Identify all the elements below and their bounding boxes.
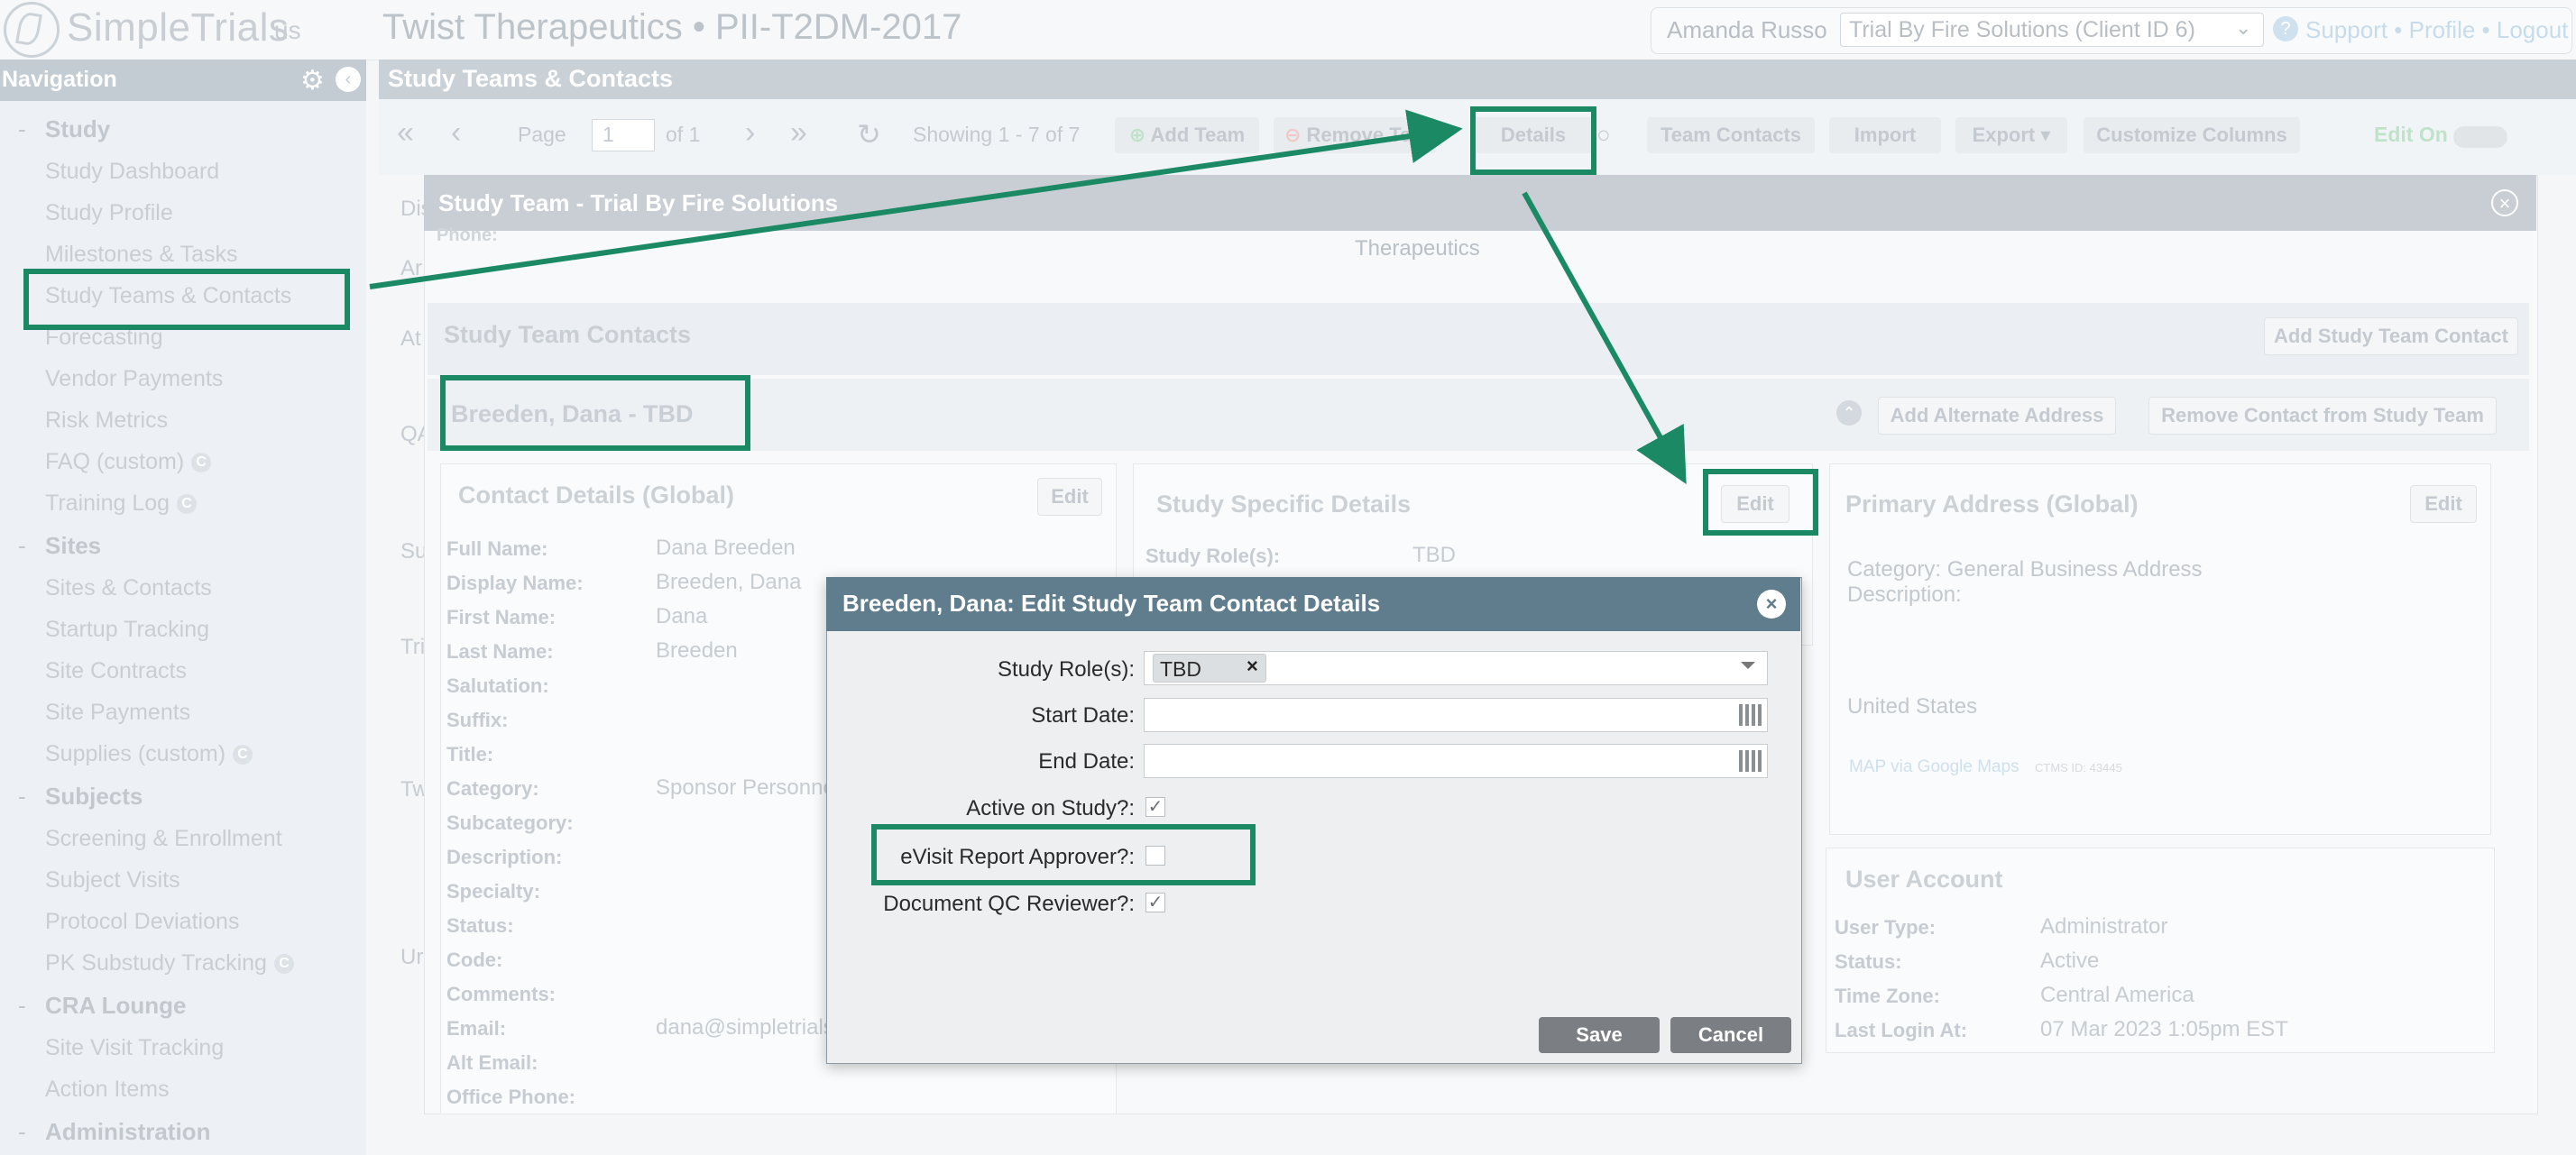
- arrow-to-details: [369, 109, 1463, 289]
- arrow-to-edit: [1522, 191, 1687, 484]
- annotation-arrows: [369, 109, 1687, 484]
